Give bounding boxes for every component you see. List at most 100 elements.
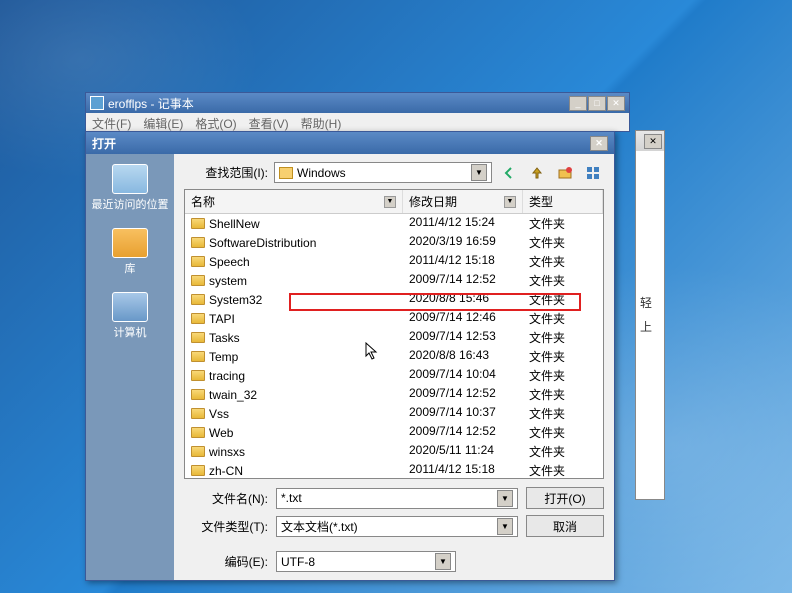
column-date[interactable]: 修改日期▼ [403, 190, 523, 213]
maximize-button[interactable]: □ [588, 96, 606, 111]
file-row[interactable]: winsxs2020/5/11 11:24文件夹 [185, 442, 603, 461]
folder-icon [191, 313, 205, 324]
column-type[interactable]: 类型 [523, 190, 603, 213]
file-name: Speech [209, 255, 250, 269]
back-button[interactable] [498, 163, 520, 183]
file-row[interactable]: Speech2011/4/12 15:18文件夹 [185, 252, 603, 271]
file-type: 文件夹 [523, 291, 603, 308]
file-date: 2011/4/12 15:24 [403, 215, 523, 232]
places-bar: 最近访问的位置 库 计算机 [86, 154, 174, 580]
folder-icon [191, 275, 205, 286]
file-date: 2020/5/11 11:24 [403, 443, 523, 460]
file-date: 2009/7/14 12:52 [403, 386, 523, 403]
folder-icon [191, 237, 205, 248]
filetype-label: 文件类型(T): [184, 518, 268, 535]
file-date: 2009/7/14 12:52 [403, 272, 523, 289]
folder-icon [191, 408, 205, 419]
menu-help[interactable]: 帮助(H) [301, 115, 342, 132]
file-date: 2009/7/14 12:52 [403, 424, 523, 441]
filetype-dropdown[interactable]: 文本文档(*.txt) ▼ [276, 516, 518, 537]
notepad-titlebar[interactable]: erofflps - 记事本 _ □ ✕ [86, 93, 629, 113]
folder-icon [191, 256, 205, 267]
back-close-button[interactable]: ✕ [644, 134, 662, 149]
chevron-down-icon: ▼ [497, 490, 513, 507]
file-row[interactable]: zh-CN2011/4/12 15:18文件夹 [185, 461, 603, 478]
file-name: winsxs [209, 445, 245, 459]
file-row[interactable]: SoftwareDistribution2020/3/19 16:59文件夹 [185, 233, 603, 252]
folder-icon [191, 294, 205, 305]
file-row[interactable]: Vss2009/7/14 10:37文件夹 [185, 404, 603, 423]
file-date: 2009/7/14 12:53 [403, 329, 523, 346]
file-type: 文件夹 [523, 272, 603, 289]
encoding-dropdown[interactable]: UTF-8 ▼ [276, 551, 456, 572]
up-button[interactable] [526, 163, 548, 183]
place-recent[interactable]: 最近访问的位置 [92, 164, 169, 212]
file-name: twain_32 [209, 388, 257, 402]
chevron-down-icon: ▼ [471, 164, 487, 181]
file-name: TAPI [209, 312, 235, 326]
file-date: 2020/8/8 16:43 [403, 348, 523, 365]
lookin-value: Windows [297, 166, 346, 180]
file-type: 文件夹 [523, 253, 603, 270]
file-row[interactable]: Tasks2009/7/14 12:53文件夹 [185, 328, 603, 347]
library-icon [112, 228, 148, 258]
file-row[interactable]: system 2009/7/14 12:52文件夹 [185, 271, 603, 290]
new-folder-button[interactable] [554, 163, 576, 183]
folder-icon [191, 332, 205, 343]
file-row[interactable]: ShellNew2011/4/12 15:24文件夹 [185, 214, 603, 233]
file-row[interactable]: twain_32 2009/7/14 12:52文件夹 [185, 385, 603, 404]
place-computer[interactable]: 计算机 [112, 292, 148, 340]
minimize-button[interactable]: _ [569, 96, 587, 111]
recent-icon [112, 164, 148, 194]
file-row[interactable]: Web2009/7/14 12:52文件夹 [185, 423, 603, 442]
file-type: 文件夹 [523, 215, 603, 232]
lookin-label: 查找范围(I): [184, 164, 268, 181]
file-row[interactable]: TAPI2009/7/14 12:46文件夹 [185, 309, 603, 328]
place-computer-label: 计算机 [114, 324, 147, 340]
notepad-title-text: erofflps - 记事本 [108, 95, 194, 112]
close-button[interactable]: ✕ [607, 96, 625, 111]
file-name: system [209, 274, 247, 288]
lookin-dropdown[interactable]: Windows ▼ [274, 162, 492, 183]
folder-icon [191, 351, 205, 362]
file-date: 2020/8/8 15:46 [403, 291, 523, 308]
open-button[interactable]: 打开(O) [526, 487, 604, 509]
notepad-window: erofflps - 记事本 _ □ ✕ 文件(F) 编辑(E) 格式(O) 查… [85, 92, 630, 132]
column-name[interactable]: 名称▼ [185, 190, 403, 213]
folder-icon [191, 446, 205, 457]
menu-file[interactable]: 文件(F) [92, 115, 131, 132]
file-name: Tasks [209, 331, 240, 345]
back-text2: 上 [640, 315, 660, 339]
file-type: 文件夹 [523, 386, 603, 403]
menu-edit[interactable]: 编辑(E) [143, 115, 183, 132]
folder-icon [191, 465, 205, 476]
file-date: 2011/4/12 15:18 [403, 462, 523, 478]
folder-icon [191, 427, 205, 438]
folder-icon [191, 389, 205, 400]
place-library[interactable]: 库 [112, 228, 148, 276]
file-type: 文件夹 [523, 462, 603, 478]
file-name: System32 [209, 293, 262, 307]
encoding-label: 编码(E): [184, 553, 268, 570]
place-library-label: 库 [125, 260, 136, 276]
filename-value: *.txt [281, 491, 302, 505]
file-row[interactable]: System32 2020/8/8 15:46文件夹 [185, 290, 603, 309]
file-row[interactable]: Temp2020/8/8 16:43文件夹 [185, 347, 603, 366]
cancel-button[interactable]: 取消 [526, 515, 604, 537]
dialog-close-button[interactable]: ✕ [590, 136, 608, 151]
folder-icon [191, 370, 205, 381]
file-date: 2009/7/14 10:37 [403, 405, 523, 422]
file-row[interactable]: tracing2009/7/14 10:04文件夹 [185, 366, 603, 385]
notepad-icon [90, 96, 104, 110]
file-list: 名称▼ 修改日期▼ 类型 ShellNew2011/4/12 15:24文件夹S… [184, 189, 604, 479]
file-type: 文件夹 [523, 405, 603, 422]
file-name: Temp [209, 350, 238, 364]
computer-icon [112, 292, 148, 322]
view-menu-button[interactable] [582, 163, 604, 183]
dialog-titlebar[interactable]: 打开 ✕ [86, 132, 614, 154]
filename-input[interactable]: *.txt ▼ [276, 488, 518, 509]
folder-icon [191, 218, 205, 229]
menu-format[interactable]: 格式(O) [195, 115, 236, 132]
menu-view[interactable]: 查看(V) [249, 115, 289, 132]
back-text1: 轻 [640, 291, 660, 315]
